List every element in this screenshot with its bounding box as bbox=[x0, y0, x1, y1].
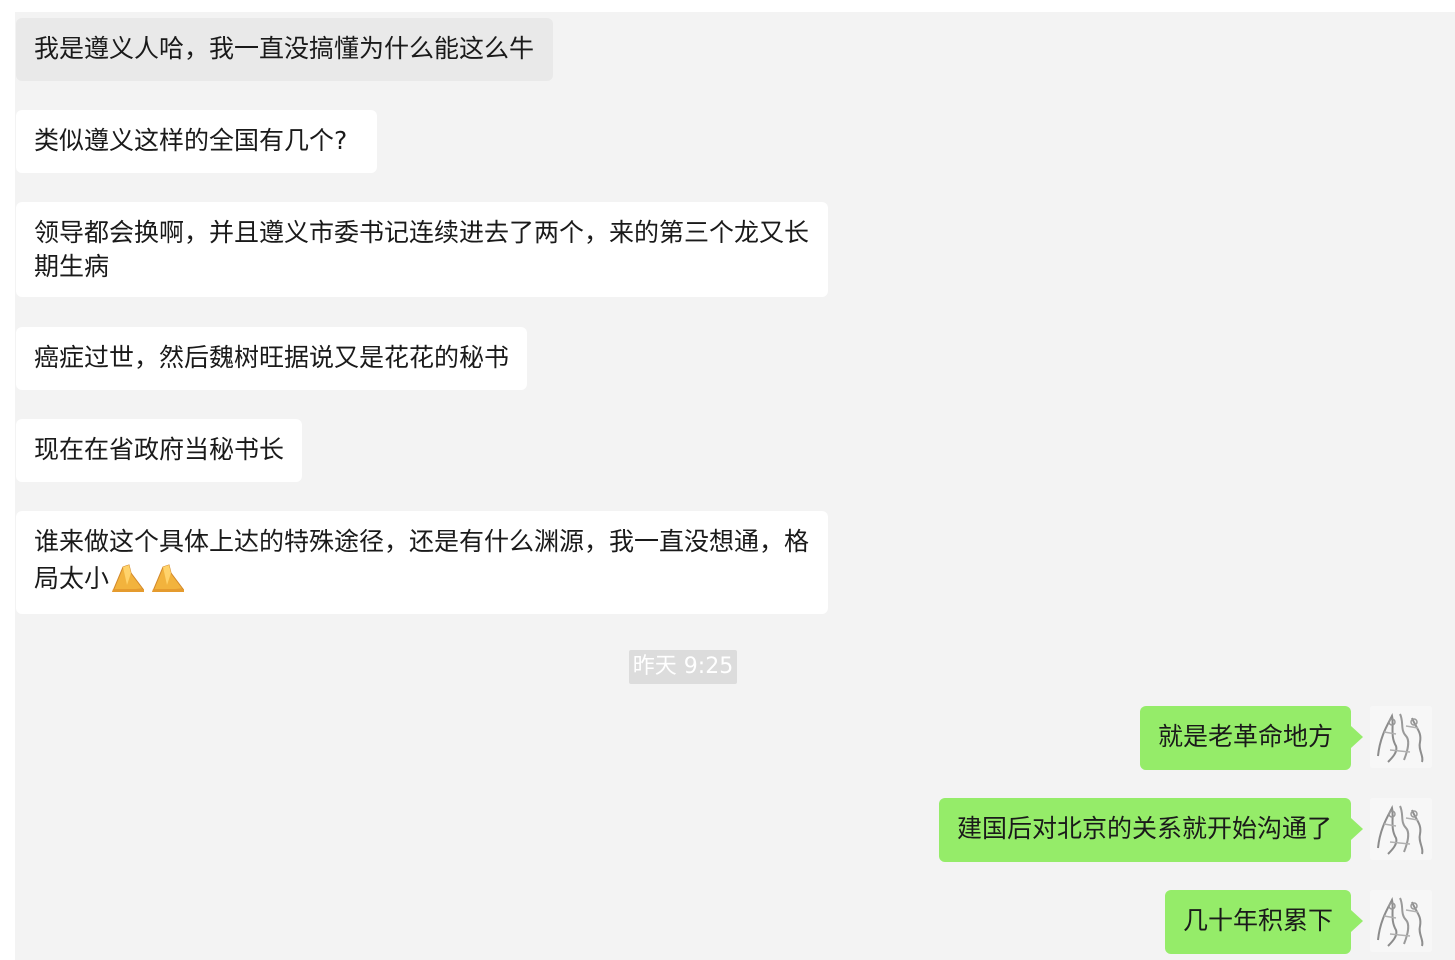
message-text: 领导都会换啊，并且遵义市委书记连续进去了两个，来的第三个龙又长期生病 bbox=[34, 218, 810, 281]
sketch-avatar-icon bbox=[1370, 890, 1432, 952]
message-text: 我是遵义人哈，我一直没搞懂为什么能这么牛 bbox=[34, 34, 535, 63]
incoming-message-2[interactable]: 类似遵义这样的全国有几个? bbox=[16, 110, 377, 173]
incoming-message-1[interactable]: 我是遵义人哈，我一直没搞懂为什么能这么牛 bbox=[16, 18, 553, 81]
sketch-avatar-icon bbox=[1370, 706, 1432, 768]
outgoing-message-2[interactable]: 建国后对北京的关系就开始沟通了 bbox=[939, 798, 1363, 862]
user-avatar[interactable] bbox=[1370, 890, 1432, 952]
sketch-avatar-icon bbox=[1370, 798, 1432, 860]
user-avatar[interactable] bbox=[1370, 798, 1432, 860]
praying-hands-emoji-icon bbox=[109, 559, 187, 602]
incoming-message-6[interactable]: 谁来做这个具体上达的特殊途径，还是有什么渊源，我一直没想通，格局太小 bbox=[16, 511, 828, 614]
message-text: 几十年积累下 bbox=[1183, 906, 1334, 935]
message-text: 建国后对北京的关系就开始沟通了 bbox=[957, 814, 1333, 843]
outgoing-message-1[interactable]: 就是老革命地方 bbox=[1140, 706, 1363, 770]
timestamp-divider: 昨天 9:25 bbox=[629, 650, 737, 684]
incoming-message-4[interactable]: 癌症过世，然后魏树旺据说又是花花的秘书 bbox=[16, 327, 527, 390]
user-avatar[interactable] bbox=[1370, 706, 1432, 768]
outgoing-message-3[interactable]: 几十年积累下 bbox=[1165, 890, 1363, 954]
message-text: 癌症过世，然后魏树旺据说又是花花的秘书 bbox=[34, 343, 510, 372]
incoming-message-3[interactable]: 领导都会换啊，并且遵义市委书记连续进去了两个，来的第三个龙又长期生病 bbox=[16, 202, 828, 297]
message-text: 就是老革命地方 bbox=[1158, 722, 1334, 751]
message-text: 现在在省政府当秘书长 bbox=[34, 435, 285, 464]
incoming-message-5[interactable]: 现在在省政府当秘书长 bbox=[16, 419, 302, 482]
message-text: 类似遵义这样的全国有几个? bbox=[34, 126, 348, 155]
